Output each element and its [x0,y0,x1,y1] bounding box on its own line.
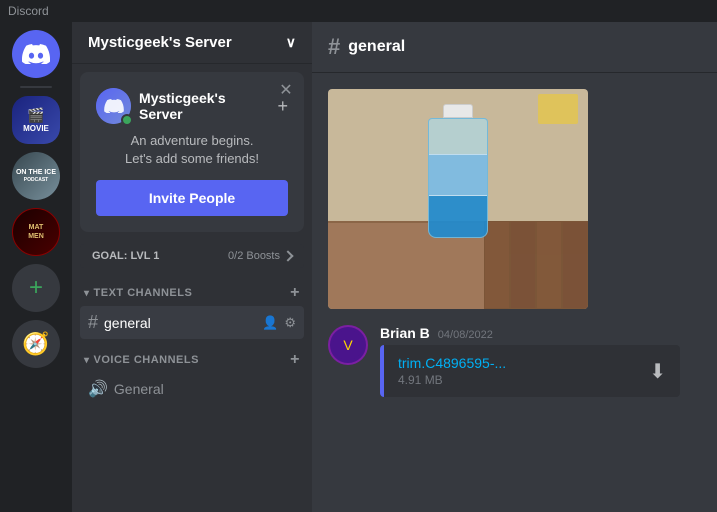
server-header[interactable]: Mysticgeek's Server ∨ [72,22,312,64]
voice-channel-name: General [114,381,164,397]
app-title: Discord [8,4,49,18]
add-icon: + [29,274,43,302]
channel-item-general-voice[interactable]: 🔊 General [80,373,304,405]
server-popup-card: ✕ Mysticgeek's Server + An adventure beg… [80,72,304,232]
svg-text:V: V [343,337,353,353]
dropdown-icon: ∨ [286,34,296,51]
online-indicator [121,114,133,126]
title-bar: Discord [0,0,717,22]
channel-item-left: # general [88,312,151,333]
voice-channel-left: 🔊 General [88,379,164,399]
server-sidebar: 🎬 MOVIE ON THE ICE PODCAST MAT MEN + 🧭 [0,22,72,512]
popup-header: Mysticgeek's Server + [96,88,288,124]
text-channels-section: ▾ TEXT CHANNELS + # general 👤 ⚙ [72,280,312,339]
add-text-channel-icon[interactable]: + [290,284,300,302]
add-server-button[interactable]: + [12,264,60,312]
channel-settings-icon[interactable]: ⚙ [284,315,296,331]
chat-hash-icon: # [328,34,340,60]
bottle-scene [328,89,588,309]
boost-goal-bar[interactable]: GOAL: LVL 1 0/2 Boosts [80,244,304,268]
add-member-icon[interactable]: 👤 [262,315,278,331]
message-username: Brian B [380,325,430,341]
message-body: Brian B 04/08/2022 trim.C4896595-... 4.9… [380,325,701,397]
invite-people-button[interactable]: Invite People [96,180,288,216]
voice-channels-header[interactable]: ▾ VOICE CHANNELS + [80,347,304,373]
message-timestamp: 04/08/2022 [438,329,493,341]
popup-close-button[interactable]: ✕ [276,80,296,100]
user-avatar: V [328,325,368,365]
server-divider [20,86,52,88]
channel-actions: 👤 ⚙ [262,315,296,331]
channel-hash-icon: # [88,312,98,333]
add-voice-channel-icon[interactable]: + [290,351,300,369]
chat-channel-name: general [348,38,405,56]
voice-channels-label: VOICE CHANNELS [94,354,199,366]
channel-name-general: general [104,315,151,331]
file-name: trim.C4896595-... [398,355,506,371]
chat-image [328,89,588,309]
download-icon[interactable]: ⬇ [649,359,666,384]
file-info: trim.C4896595-... 4.91 MB [398,355,506,387]
server-name: Mysticgeek's Server [88,34,232,51]
text-channels-header[interactable]: ▾ TEXT CHANNELS + [80,280,304,306]
file-size: 4.91 MB [398,373,506,387]
file-attachment[interactable]: trim.C4896595-... 4.91 MB ⬇ [380,345,680,397]
boost-goal-label: GOAL: LVL 1 [92,250,159,262]
bottle [423,104,493,244]
server-icon-2[interactable]: ON THE ICE PODCAST [12,152,60,200]
channel-sidebar: Mysticgeek's Server ∨ ✕ Mysticgeek's Ser… [72,22,312,512]
server-icon-home[interactable] [12,30,60,78]
popup-description: An adventure begins. Let's add some frie… [96,132,288,168]
app-layout: 🎬 MOVIE ON THE ICE PODCAST MAT MEN + 🧭 [0,22,717,512]
message-header: Brian B 04/08/2022 [380,325,701,341]
popup-server-name: Mysticgeek's Server [139,90,269,122]
text-channels-label: TEXT CHANNELS [94,287,193,299]
popup-server-avatar [96,88,131,124]
server-icon-1[interactable]: 🎬 MOVIE [12,96,60,144]
explore-servers-button[interactable]: 🧭 [12,320,60,368]
voice-speaker-icon: 🔊 [88,379,108,399]
server-icon-3[interactable]: MAT MEN [12,208,60,256]
message-item: V Brian B 04/08/2022 trim.C4896595-... 4… [328,325,701,397]
main-content: # general [312,22,717,512]
chat-messages: V Brian B 04/08/2022 trim.C4896595-... 4… [312,73,717,512]
voice-channels-section: ▾ VOICE CHANNELS + 🔊 General [72,347,312,405]
boost-goal-count: 0/2 Boosts [228,250,292,262]
chat-header: # general [312,22,717,73]
compass-icon: 🧭 [22,331,49,357]
channel-item-general[interactable]: # general 👤 ⚙ [80,306,304,339]
boost-chevron-icon [282,251,293,262]
